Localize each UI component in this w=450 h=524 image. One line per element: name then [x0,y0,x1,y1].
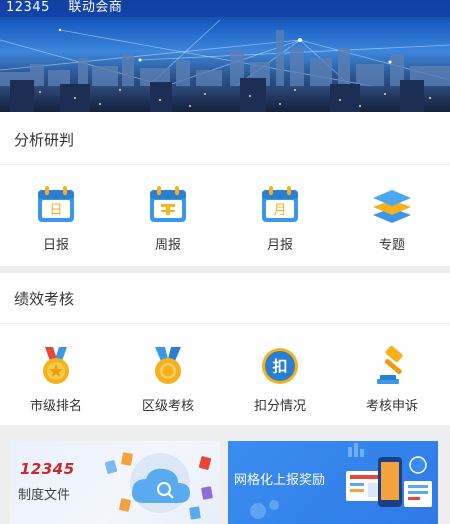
monthly-report-button[interactable]: 月 月报 [235,184,325,253]
assessment-section: 绩效考核 市级排名 区级考核 扣 扣分情况 考核申诉 [0,273,450,425]
city-skyline-image [0,0,450,112]
city-ranking-label: 市级排名 [29,399,82,414]
assessment-appeal-button[interactable]: 考核申诉 [347,345,437,414]
cloud-documents-illustration [104,452,213,520]
weekly-report-button[interactable]: 周报 [123,184,213,253]
gavel-icon [377,345,403,384]
grid-reporting-reward-banner[interactable]: 网格化上报奖励 [228,441,438,524]
deduction-status-button[interactable]: 扣 扣分情况 [235,345,325,414]
daily-report-label: 日报 [42,238,69,253]
banner-reward-label: 网格化上报奖励 [234,473,326,488]
svg-text:日: 日 [49,203,62,218]
banner-hotline-number: 12345 [20,460,75,478]
weekly-calendar-icon [150,186,186,222]
assessment-appeal-label: 考核申诉 [365,399,418,414]
layers-icon [373,190,411,223]
section-title: 分析研判 [14,131,75,149]
section-divider [0,164,450,165]
section-divider [0,323,450,324]
special-topic-label: 专题 [378,238,405,253]
header-banner: 12345 联动会商 [0,0,450,112]
deduction-badge-icon: 扣 [262,348,298,384]
banner-policy-label: 制度文件 [18,488,71,503]
analysis-section: 分析研判 日 日报 周报 月 月报 专题 [0,112,450,266]
city-ranking-button[interactable]: 市级排名 [11,345,101,414]
daily-report-button[interactable]: 日 日报 [11,184,101,253]
district-assessment-label: 区级考核 [141,399,194,414]
deduction-status-label: 扣分情况 [253,399,306,414]
app-title: 12345 联动会商 [6,0,123,15]
svg-text:扣: 扣 [272,358,287,376]
weekly-report-label: 周报 [154,238,181,253]
section-title: 绩效考核 [14,290,75,308]
svg-text:月: 月 [273,203,286,218]
monthly-report-label: 月报 [266,238,293,253]
policy-documents-banner[interactable]: 12345 制度文件 [10,441,220,524]
medal-icon [43,347,69,384]
district-assessment-button[interactable]: 区级考核 [123,345,213,414]
monthly-calendar-icon: 月 [262,186,298,222]
special-topic-button[interactable]: 专题 [347,184,437,253]
daily-calendar-icon: 日 [38,186,74,222]
medal-ribbon-icon [155,347,181,384]
